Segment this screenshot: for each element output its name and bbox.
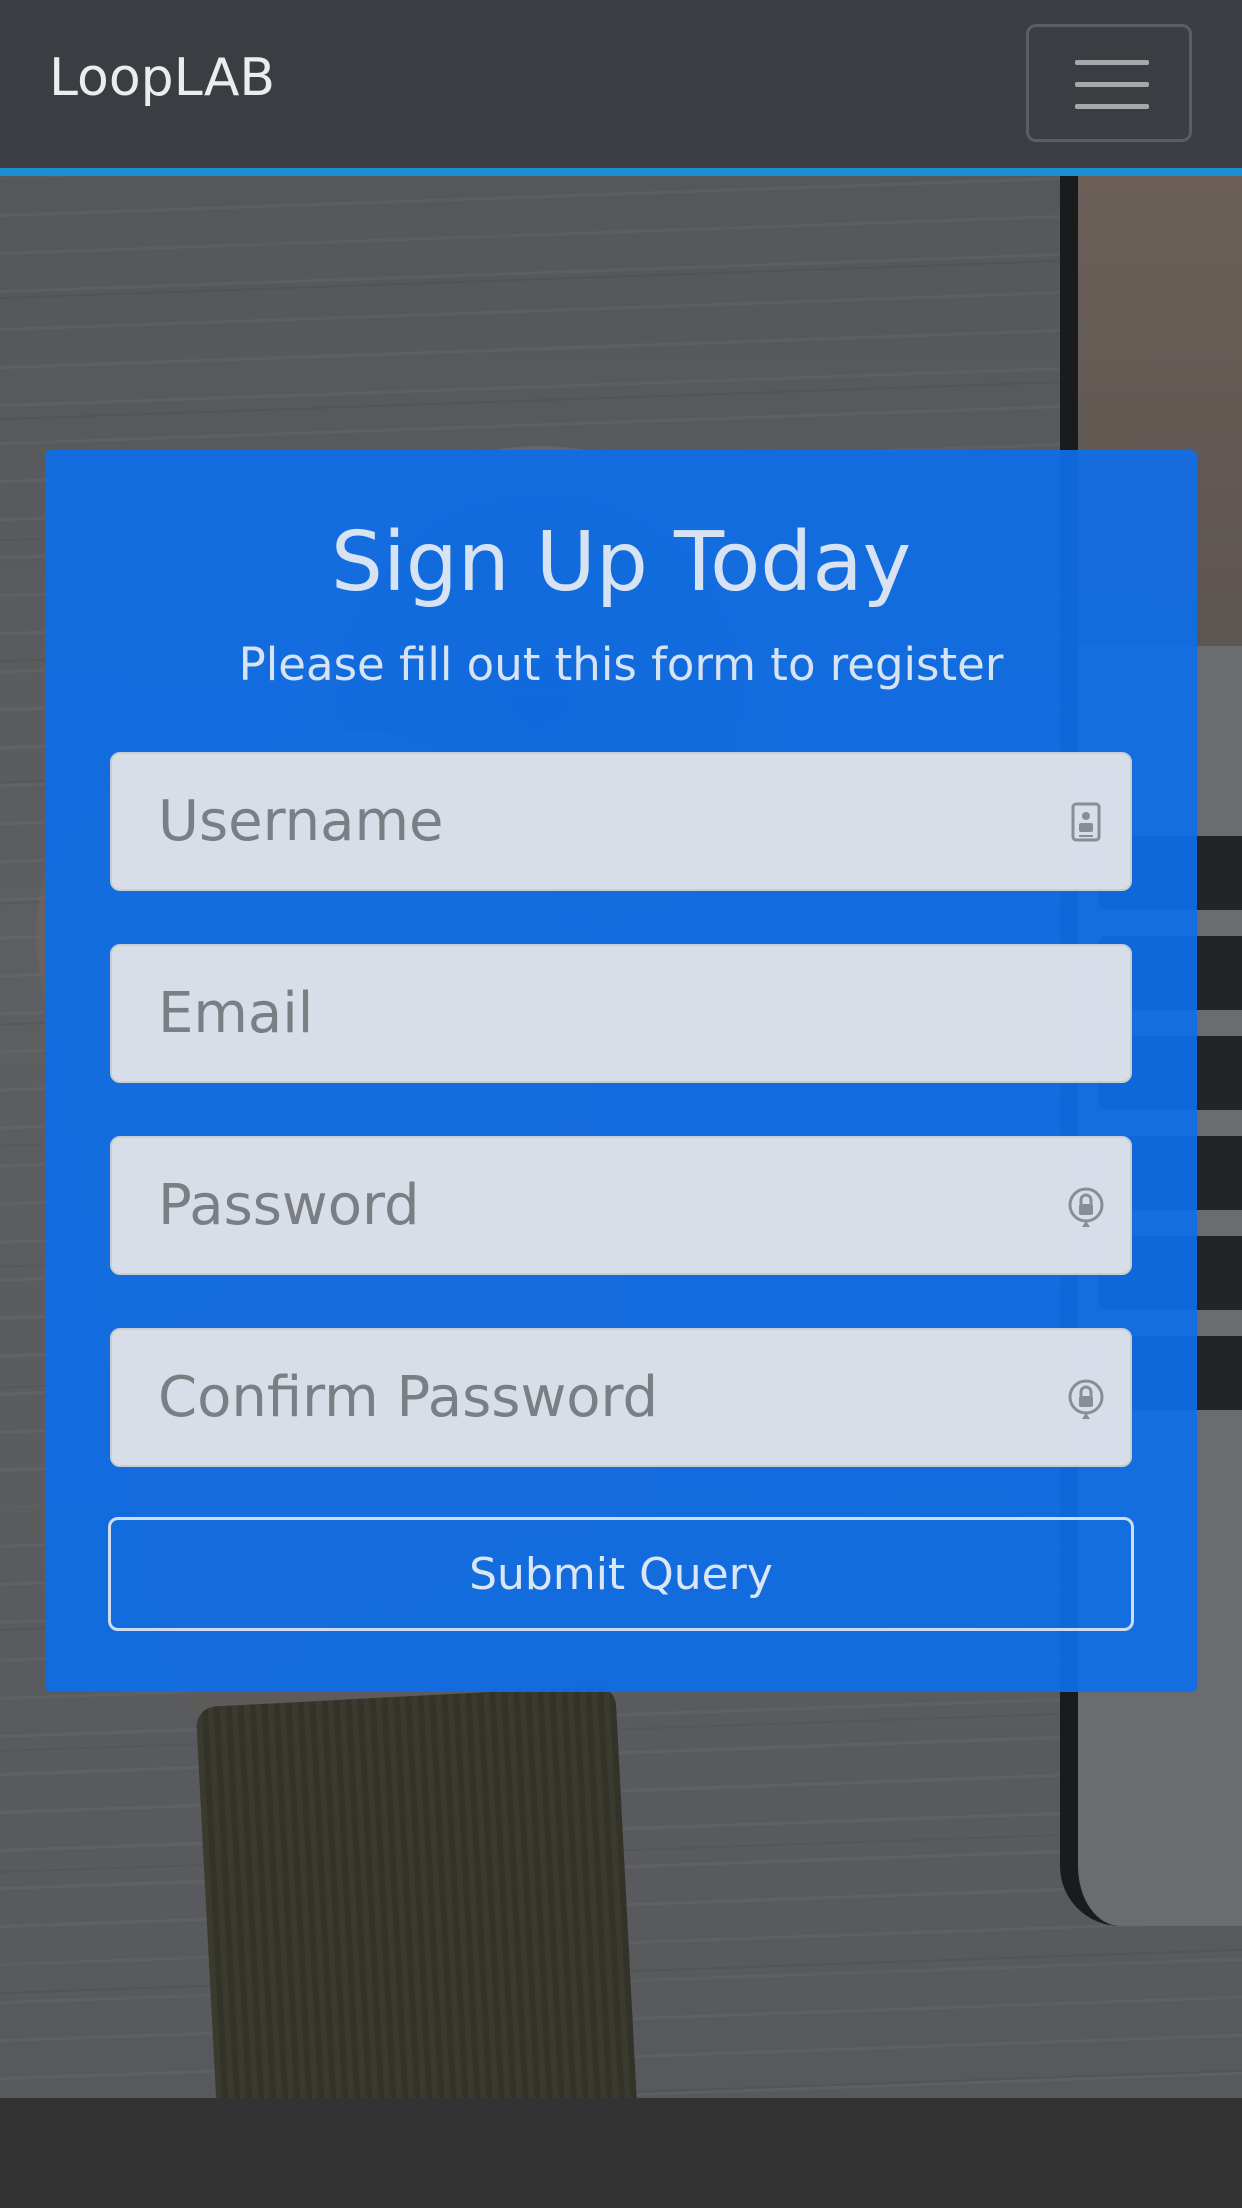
- password-reveal-icon[interactable]: [1064, 1374, 1108, 1424]
- brand-logo[interactable]: LoopLAB: [49, 52, 275, 104]
- form-subtitle: Please fill out this form to register: [238, 638, 1004, 691]
- contact-card-icon: [1071, 802, 1101, 842]
- password-input[interactable]: [112, 1138, 1130, 1273]
- username-input[interactable]: [112, 754, 1130, 889]
- password-reveal-icon[interactable]: [1064, 1182, 1108, 1232]
- email-field: [110, 944, 1132, 1083]
- email-input[interactable]: [112, 946, 1130, 1081]
- footer: [0, 2098, 1242, 2208]
- username-field: [110, 752, 1132, 891]
- sweater-sleeve: [195, 1685, 645, 2098]
- navbar: LoopLAB: [0, 0, 1242, 176]
- confirm-password-field: [110, 1328, 1132, 1467]
- submit-button[interactable]: Submit Query: [108, 1517, 1134, 1631]
- form-title: Sign Up Today: [330, 515, 912, 610]
- menu-toggle-button[interactable]: [1026, 24, 1192, 142]
- confirm-password-input[interactable]: [112, 1330, 1130, 1465]
- signup-form: Sign Up Today Please fill out this form …: [45, 450, 1197, 1692]
- password-field: [110, 1136, 1132, 1275]
